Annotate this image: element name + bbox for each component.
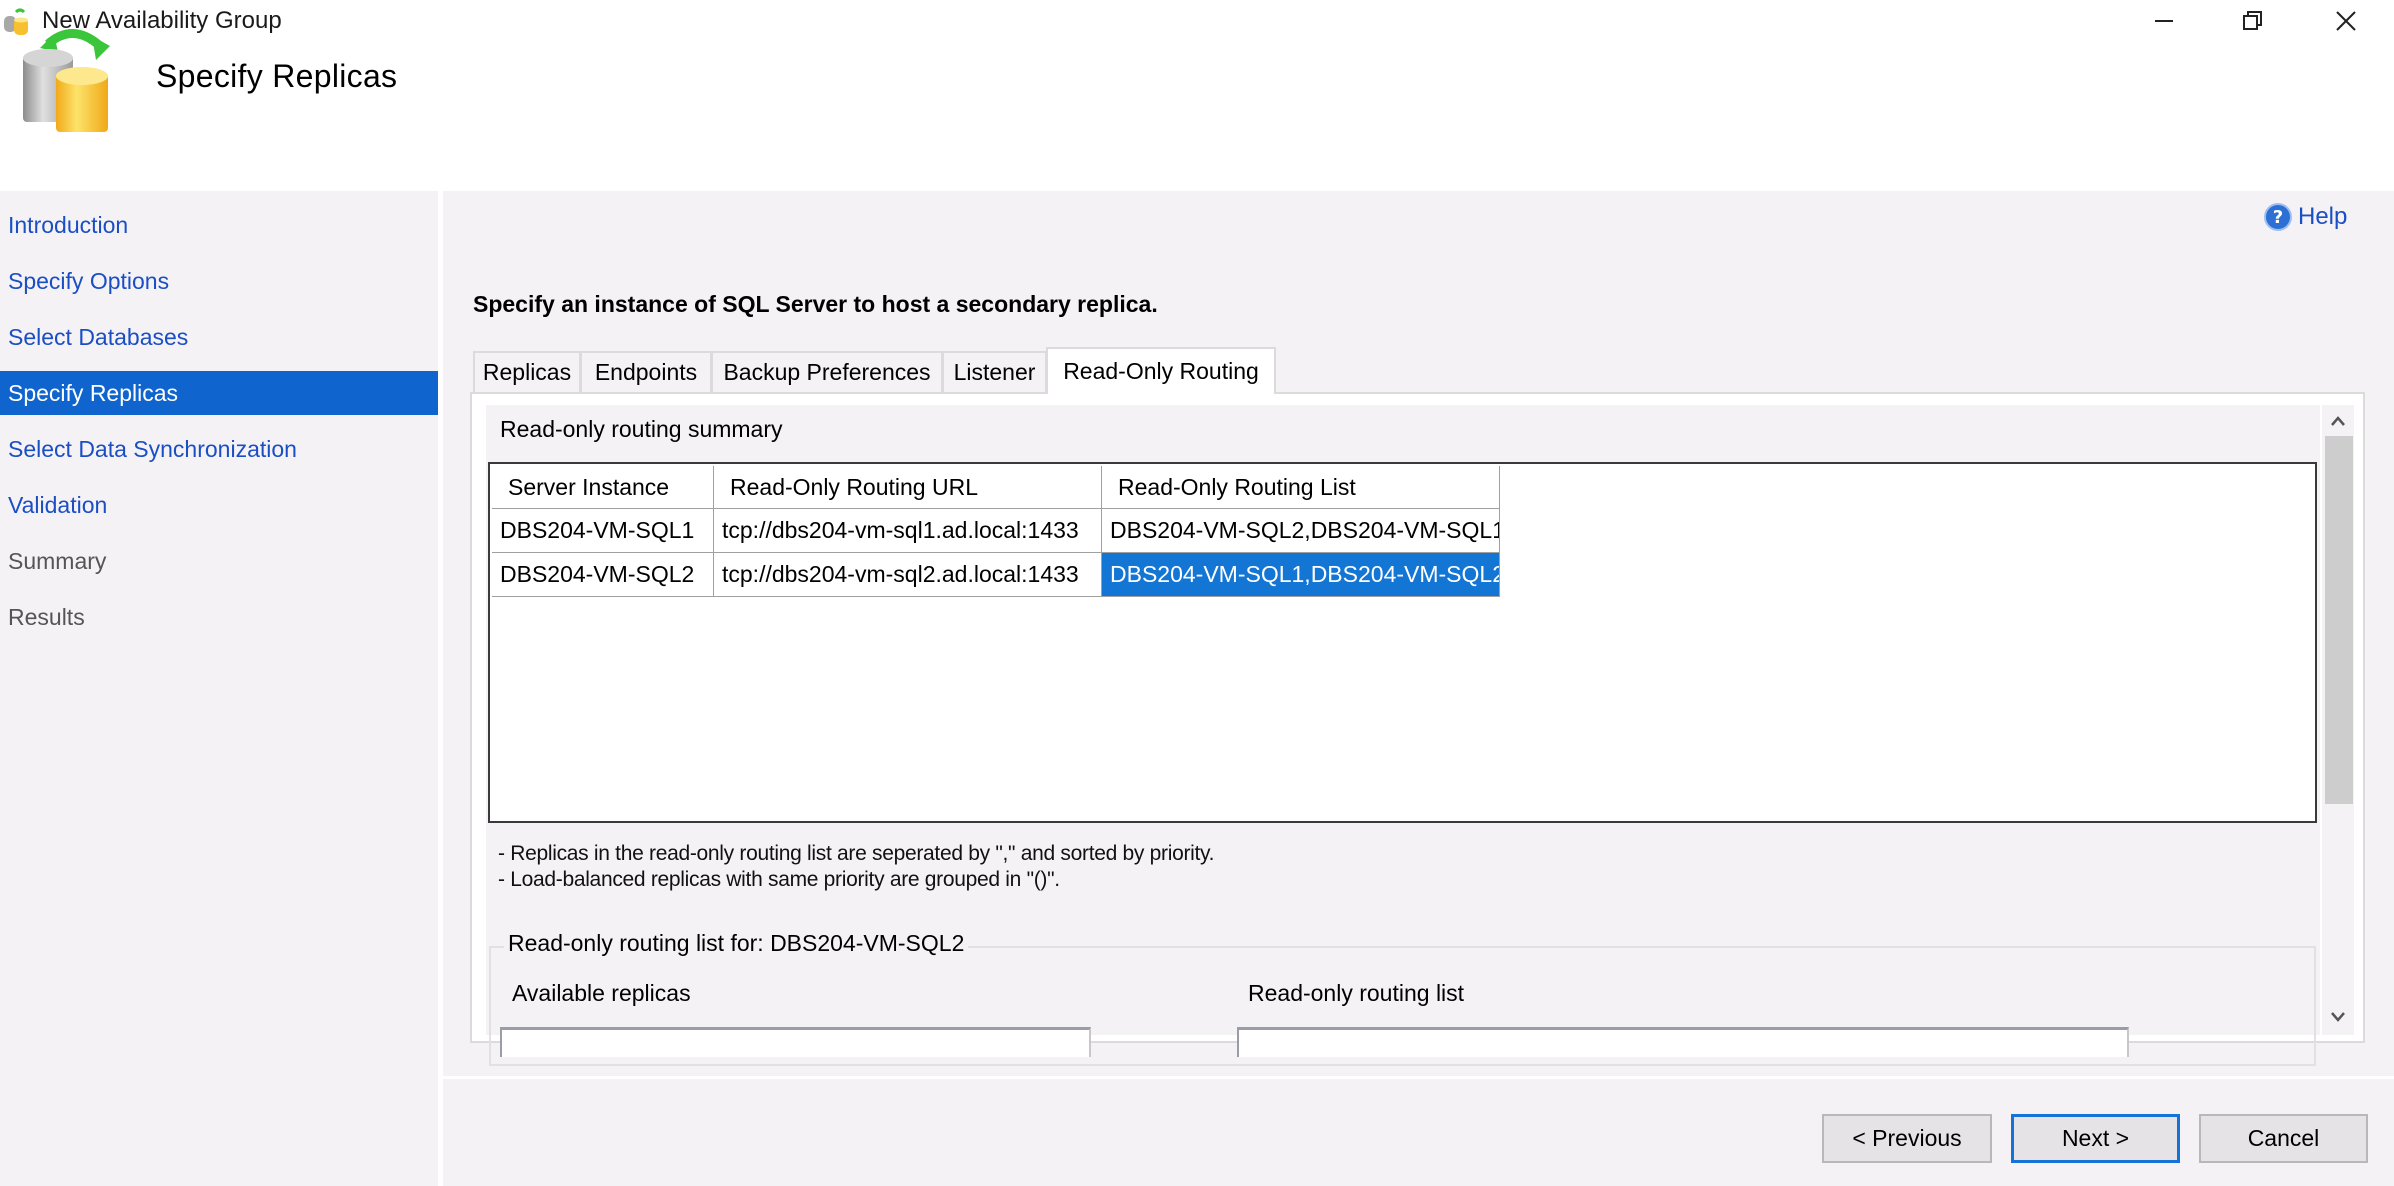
help-label: Help <box>2298 203 2348 230</box>
sidebar-item-results: Results <box>8 603 85 630</box>
tab-replicas[interactable]: Replicas <box>473 351 581 392</box>
scroll-up-button[interactable] <box>2322 405 2354 437</box>
availability-group-icon <box>18 22 118 134</box>
sidebar-item-select-databases[interactable]: Select Databases <box>0 315 438 359</box>
help-link[interactable]: ? Help <box>2264 203 2347 231</box>
scrollbar-thumb[interactable] <box>2325 436 2353 804</box>
cell-routing-url[interactable]: tcp://dbs204-vm-sql1.ad.local:1433 <box>714 509 1102 553</box>
sidebar-item-specify-replicas[interactable]: Specify Replicas <box>0 371 438 415</box>
routing-list-label: Read-only routing list <box>1248 980 1465 1006</box>
sidebar-item-summary: Summary <box>8 547 107 574</box>
table-row[interactable]: DBS204-VM-SQL2 tcp://dbs204-vm-sql2.ad.l… <box>492 553 1500 597</box>
close-button[interactable] <box>2300 0 2392 42</box>
minimize-button[interactable] <box>2118 0 2210 42</box>
cell-routing-url[interactable]: tcp://dbs204-vm-sql2.ad.local:1433 <box>714 553 1102 597</box>
cell-routing-list[interactable]: DBS204-VM-SQL2,DBS204-VM-SQL1 <box>1102 509 1500 553</box>
note-routing-order: - Replicas in the read-only routing list… <box>498 842 1215 865</box>
help-icon: ? <box>2264 203 2292 231</box>
close-icon <box>2336 11 2356 31</box>
sidebar-item-validation[interactable]: Validation <box>0 483 438 527</box>
scroll-down-button[interactable] <box>2322 1000 2354 1032</box>
routing-summary-grid[interactable]: Server Instance Read-Only Routing URL Re… <box>488 462 2317 823</box>
svg-text:?: ? <box>2273 207 2283 228</box>
available-replicas-label: Available replicas <box>512 980 691 1006</box>
minimize-icon <box>2155 20 2173 22</box>
tab-backup-preferences[interactable]: Backup Preferences <box>711 351 943 392</box>
column-header-server-instance[interactable]: Server Instance <box>492 466 714 509</box>
tab-read-only-routing[interactable]: Read-Only Routing <box>1046 347 1276 394</box>
read-only-routing-list[interactable] <box>1237 1027 2129 1057</box>
sidebar-item-introduction[interactable]: Introduction <box>0 203 438 247</box>
chevron-down-icon <box>2331 1012 2345 1022</box>
tab-listener[interactable]: Listener <box>942 351 1047 392</box>
available-replicas-list[interactable] <box>500 1027 1091 1057</box>
page-title: Specify Replicas <box>156 58 398 94</box>
title-bar <box>0 0 2394 42</box>
cancel-button[interactable]: Cancel <box>2199 1114 2368 1163</box>
table-row[interactable]: DBS204-VM-SQL1 tcp://dbs204-vm-sql1.ad.l… <box>492 509 1500 553</box>
tab-endpoints[interactable]: Endpoints <box>580 351 712 392</box>
routing-list-group-legend: Read-only routing list for: DBS204-VM-SQ… <box>504 930 969 957</box>
routing-summary-label: Read-only routing summary <box>500 416 783 442</box>
sidebar-item-specify-options[interactable]: Specify Options <box>0 259 438 303</box>
chevron-up-icon <box>2331 416 2345 426</box>
cell-routing-list-selected[interactable]: DBS204-VM-SQL1,DBS204-VM-SQL2 <box>1102 553 1500 597</box>
next-button[interactable]: Next > <box>2011 1114 2180 1163</box>
previous-button[interactable]: < Previous <box>1822 1114 1992 1163</box>
grid-header-row: Server Instance Read-Only Routing URL Re… <box>492 466 1500 509</box>
cell-server-instance[interactable]: DBS204-VM-SQL1 <box>492 509 714 553</box>
restore-button[interactable] <box>2207 0 2299 42</box>
column-header-routing-list[interactable]: Read-Only Routing List <box>1102 466 1500 509</box>
restore-icon <box>2243 11 2262 30</box>
column-header-routing-url[interactable]: Read-Only Routing URL <box>714 466 1102 509</box>
instruction-text: Specify an instance of SQL Server to hos… <box>473 291 1158 317</box>
cell-server-instance[interactable]: DBS204-VM-SQL2 <box>492 553 714 597</box>
note-load-balanced: - Load-balanced replicas with same prior… <box>498 868 1060 891</box>
sidebar-item-select-data-synchronization[interactable]: Select Data Synchronization <box>0 427 438 471</box>
